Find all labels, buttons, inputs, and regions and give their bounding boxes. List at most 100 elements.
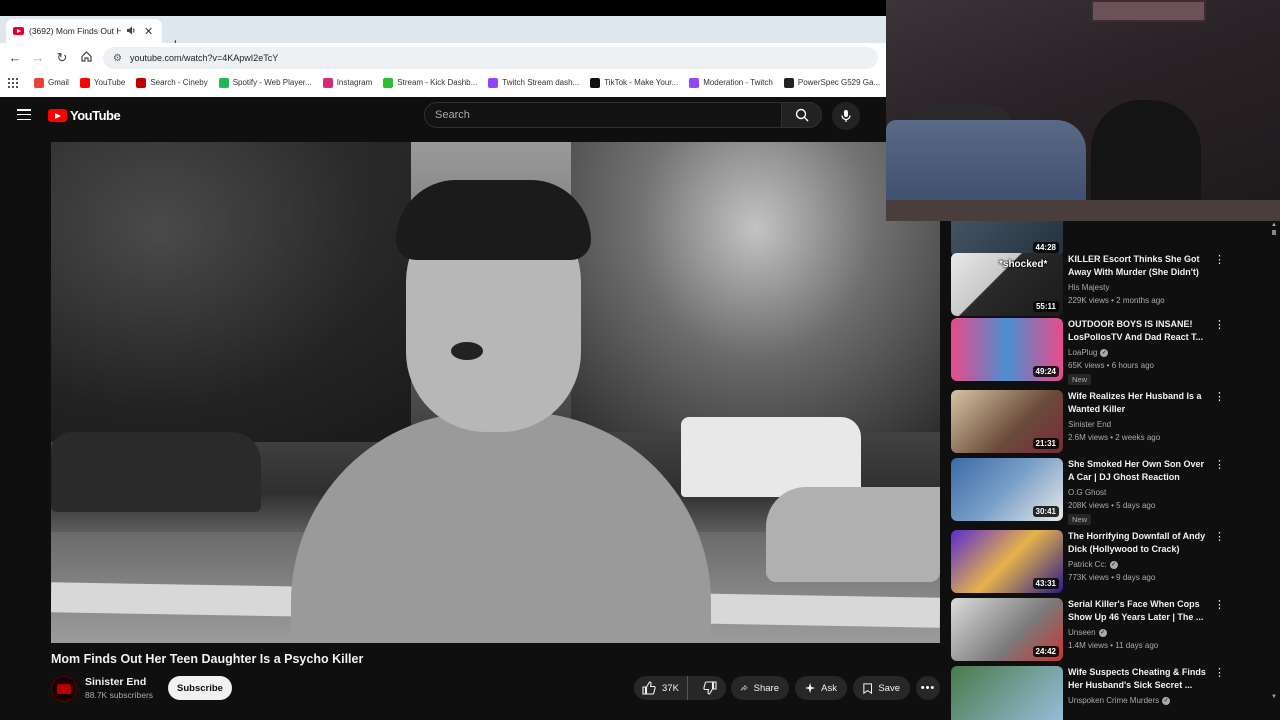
- recommended-channel[interactable]: His Majesty: [1068, 283, 1109, 292]
- recommended-video[interactable]: 24:42 Serial Killer's Face When Cops Show…: [951, 598, 1241, 662]
- more-vertical-icon[interactable]: ⋮: [1214, 320, 1225, 331]
- twitch-icon: [488, 77, 499, 88]
- menu-icon[interactable]: [17, 109, 31, 120]
- new-badge: New: [1068, 374, 1092, 385]
- speaker-icon[interactable]: [126, 26, 136, 37]
- recommended-video-meta: 2.6M views • 2 weeks ago: [1068, 433, 1161, 442]
- recommended-channel[interactable]: O.G Ghost: [1068, 488, 1106, 497]
- reload-icon[interactable]: ↻: [54, 50, 70, 65]
- more-actions-button[interactable]: •••: [916, 676, 940, 700]
- gmail-icon: [34, 77, 44, 88]
- channel-name[interactable]: Sinister End: [85, 676, 146, 688]
- like-button[interactable]: 37K: [634, 676, 689, 700]
- video-frame-van: [681, 417, 861, 497]
- video-duration: 24:42: [1032, 646, 1059, 657]
- recommended-channel[interactable]: Unseen ✓: [1068, 628, 1107, 637]
- recommended-video[interactable]: 49:24 OUTDOOR BOYS IS INSANE! LosPollosTV…: [951, 318, 1241, 385]
- recommended-video[interactable]: 21:31 Wife Realizes Her Husband Is a Want…: [951, 390, 1241, 454]
- recommended-video-title[interactable]: OUTDOOR BOYS IS INSANE! LosPollosTV And …: [1068, 318, 1208, 344]
- address-bar-row: ← → ↻ ⚙ youtube.com/watch?v=4KApwI2eTcY: [0, 43, 886, 72]
- share-label: Share: [753, 682, 779, 694]
- ask-button[interactable]: Ask: [795, 676, 847, 700]
- video-thumbnail[interactable]: *shocked* 55:11: [951, 253, 1063, 316]
- more-vertical-icon[interactable]: ⋮: [1214, 532, 1225, 543]
- recommended-channel[interactable]: LoaPlug ✓: [1068, 348, 1109, 357]
- scrollbar-thumb[interactable]: [1272, 230, 1276, 235]
- recommended-video-title[interactable]: KILLER Escort Thinks She Got Away With M…: [1068, 253, 1208, 279]
- youtube-logo[interactable]: YouTube: [48, 108, 121, 123]
- scroll-down-arrow-icon[interactable]: ▼: [1271, 694, 1277, 700]
- recommended-video-title[interactable]: Wife Suspects Cheating & Finds Her Husba…: [1068, 666, 1208, 692]
- video-thumbnail[interactable]: 49:24: [951, 318, 1063, 381]
- more-vertical-icon[interactable]: ⋮: [1214, 460, 1225, 471]
- video-thumbnail[interactable]: 30:41: [951, 458, 1063, 521]
- verified-icon: ✓: [1098, 628, 1107, 637]
- search-button[interactable]: [781, 102, 822, 128]
- video-thumbnail[interactable]: 21:31: [951, 390, 1063, 453]
- bookmark-item[interactable]: YouTube: [79, 77, 125, 88]
- back-icon[interactable]: ←: [7, 50, 23, 65]
- browser-tab-active[interactable]: (3692) Mom Finds Out Her Teen Daughter I…: [6, 19, 162, 43]
- recommended-video[interactable]: 43:31 The Horrifying Downfall of Andy Dic…: [951, 530, 1241, 594]
- recommended-video[interactable]: Wife Suspects Cheating & Finds Her Husba…: [951, 666, 1241, 720]
- recommended-video-title[interactable]: The Horrifying Downfall of Andy Dick (Ho…: [1068, 530, 1208, 556]
- more-vertical-icon[interactable]: ⋮: [1214, 392, 1225, 403]
- forward-icon[interactable]: →: [30, 50, 46, 65]
- video-player[interactable]: [51, 142, 940, 643]
- bookmark-label: Spotify - Web Player...: [232, 78, 312, 87]
- bookmark-item[interactable]: Stream - Kick Dashb...: [383, 77, 477, 88]
- bookmark-item[interactable]: Moderation - Twitch: [689, 77, 773, 88]
- search-input[interactable]: Search: [424, 102, 782, 128]
- bookmark-item[interactable]: Twitch Stream dash...: [488, 77, 580, 88]
- more-vertical-icon[interactable]: ⋮: [1214, 600, 1225, 611]
- url-field[interactable]: ⚙ youtube.com/watch?v=4KApwI2eTcY: [103, 47, 878, 69]
- apps-grid-icon[interactable]: [8, 77, 18, 88]
- video-thumbnail[interactable]: [951, 666, 1063, 720]
- share-button[interactable]: Share: [731, 676, 789, 700]
- more-vertical-icon[interactable]: ⋮: [1214, 668, 1225, 679]
- video-thumbnail[interactable]: 43:31: [951, 530, 1063, 593]
- tab-title: (3692) Mom Finds Out Her Teen Daughter I…: [29, 26, 121, 36]
- voice-search-button[interactable]: [832, 102, 860, 130]
- video-thumbnail[interactable]: 44:28: [951, 221, 1063, 257]
- save-label: Save: [878, 682, 900, 694]
- video-duration: 44:28: [1032, 242, 1059, 253]
- recommended-channel[interactable]: Sinister End: [1068, 420, 1111, 429]
- recommended-channel[interactable]: Patrick Cc: ✓: [1068, 560, 1118, 569]
- subscribe-button[interactable]: Subscribe: [168, 676, 232, 700]
- home-icon[interactable]: [78, 50, 94, 65]
- save-button[interactable]: Save: [853, 676, 910, 700]
- subscriber-count: 88.7K subscribers: [85, 690, 154, 700]
- like-dislike-group: 37K: [634, 676, 726, 700]
- bookmark-item[interactable]: TikTok - Make Your...: [590, 77, 678, 88]
- recommended-video[interactable]: 30:41 She Smoked Her Own Son Over A Car |…: [951, 458, 1241, 525]
- bookmark-item[interactable]: Gmail: [34, 77, 69, 88]
- channel-avatar[interactable]: [51, 676, 77, 702]
- verified-icon: ✓: [1100, 348, 1109, 357]
- video-frame-car-left: [51, 432, 261, 512]
- recommended-video-title[interactable]: Wife Realizes Her Husband Is a Wanted Ki…: [1068, 390, 1208, 416]
- recommended-video-title[interactable]: She Smoked Her Own Son Over A Car | DJ G…: [1068, 458, 1208, 484]
- video-frame-trees-right: [571, 142, 940, 432]
- recommended-channel[interactable]: Unspoken Crime Murders ✓: [1068, 696, 1171, 705]
- video-frame-reporter-mouth: [451, 342, 483, 360]
- video-frame-car-right: [766, 487, 940, 582]
- scroll-up-arrow-icon[interactable]: ▲: [1271, 222, 1277, 228]
- recommended-video-title[interactable]: Serial Killer's Face When Cops Show Up 4…: [1068, 598, 1208, 624]
- tiktok-icon: [590, 77, 601, 88]
- bookmark-item[interactable]: Spotify - Web Player...: [218, 77, 312, 88]
- recommended-video[interactable]: *shocked* 55:11 KILLER Escort Thinks She G…: [951, 253, 1241, 317]
- youtube-play-icon: [48, 109, 67, 122]
- site-settings-icon[interactable]: ⚙: [113, 53, 122, 64]
- recommended-channel-name: Patrick Cc:: [1068, 560, 1107, 569]
- video-thumbnail[interactable]: 24:42: [951, 598, 1063, 661]
- more-vertical-icon[interactable]: ⋮: [1214, 255, 1225, 266]
- bookmark-label: Twitch Stream dash...: [502, 78, 580, 87]
- bookmark-item[interactable]: PowerSpec G529 Ga...: [783, 77, 880, 88]
- bookmark-item[interactable]: Instagram: [322, 77, 372, 88]
- video-frame-trees-left: [51, 142, 411, 442]
- sparkle-icon: [805, 682, 816, 694]
- dislike-button[interactable]: [694, 676, 726, 700]
- close-tab-icon[interactable]: ✕: [144, 25, 153, 38]
- bookmark-item[interactable]: Search - Cineby: [136, 77, 208, 88]
